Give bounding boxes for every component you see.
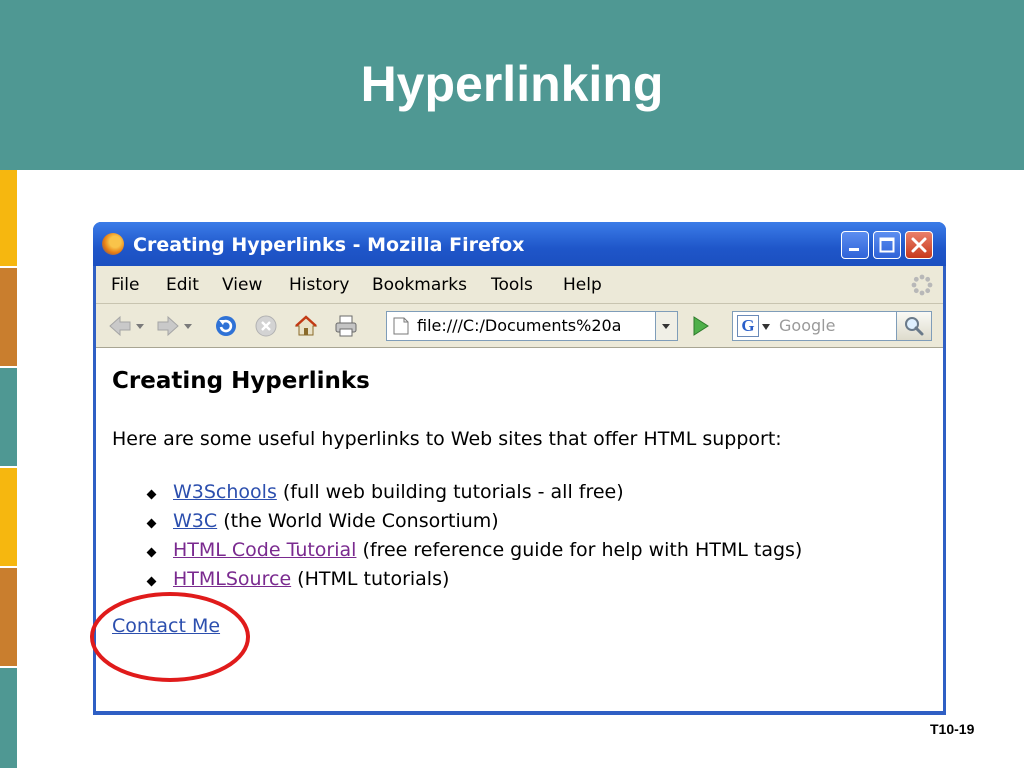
slide-title: Hyperlinking <box>360 56 664 112</box>
address-text[interactable]: file:///C:/Documents%20a <box>417 316 653 335</box>
menu-history[interactable]: History <box>289 275 349 295</box>
page-heading: Creating Hyperlinks <box>112 368 370 394</box>
close-icon <box>911 237 927 253</box>
link-description: (HTML tutorials) <box>291 568 450 590</box>
address-bar[interactable]: file:///C:/Documents%20a <box>386 311 656 341</box>
strip-segment <box>0 170 17 266</box>
minimize-button[interactable] <box>841 231 869 259</box>
side-color-strip <box>0 170 17 768</box>
bullet-icon <box>146 489 157 500</box>
close-button[interactable] <box>905 231 933 259</box>
strip-segment <box>0 668 17 768</box>
list-item-text: HTMLSource (HTML tutorials) <box>173 568 449 590</box>
list-item-text: W3C (the World Wide Consortium) <box>173 510 499 532</box>
bullet-icon <box>146 518 157 529</box>
menu-bar: File Edit View History Bookmarks Tools H… <box>96 266 943 304</box>
menu-file[interactable]: File <box>111 275 139 295</box>
back-dropdown-icon[interactable] <box>134 314 146 338</box>
menu-bookmarks[interactable]: Bookmarks <box>372 275 467 295</box>
window-title: Creating Hyperlinks - Mozilla Firefox <box>133 234 525 256</box>
title-bar[interactable]: Creating Hyperlinks - Mozilla Firefox <box>93 222 946 266</box>
address-dropdown-button[interactable] <box>656 311 678 341</box>
chevron-down-icon <box>662 324 670 329</box>
list-item-text: HTML Code Tutorial (free reference guide… <box>173 539 802 561</box>
stop-icon[interactable] <box>254 314 278 338</box>
link-description: (the World Wide Consortium) <box>217 510 499 532</box>
forward-dropdown-icon[interactable] <box>182 314 194 338</box>
google-engine-icon[interactable]: G <box>737 315 759 337</box>
magnifier-icon <box>905 317 924 336</box>
bullet-icon <box>146 576 157 587</box>
link-html-code-tutorial[interactable]: HTML Code Tutorial <box>173 539 356 561</box>
highlight-ring <box>90 592 250 682</box>
print-icon[interactable] <box>334 314 358 338</box>
navigation-toolbar: file:///C:/Documents%20a G Google <box>96 304 943 348</box>
menu-help[interactable]: Help <box>563 275 602 295</box>
link-description: (free reference guide for help with HTML… <box>356 539 803 561</box>
link-htmlsource[interactable]: HTMLSource <box>173 568 291 590</box>
menu-edit[interactable]: Edit <box>166 275 199 295</box>
maximize-icon <box>879 237 895 253</box>
menu-view[interactable]: View <box>222 275 262 295</box>
link-w3schools[interactable]: W3Schools <box>173 481 277 503</box>
menu-tools[interactable]: Tools <box>491 275 533 295</box>
link-w3c[interactable]: W3C <box>173 510 217 532</box>
firefox-logo-icon <box>102 233 124 255</box>
home-icon[interactable] <box>294 314 318 338</box>
back-icon[interactable] <box>108 314 132 338</box>
search-button[interactable] <box>896 311 932 341</box>
bullet-icon <box>146 547 157 558</box>
forward-icon[interactable] <box>156 314 180 338</box>
minimize-icon <box>849 248 859 251</box>
strip-segment <box>0 268 17 366</box>
throbber-icon <box>911 274 933 296</box>
list-item-text: W3Schools (full web building tutorials -… <box>173 481 624 503</box>
search-placeholder[interactable]: Google <box>779 316 835 335</box>
engine-dropdown-icon[interactable] <box>762 324 770 330</box>
slide-number: T10-19 <box>930 721 975 737</box>
reload-icon[interactable] <box>214 314 238 338</box>
slide-header: Hyperlinking <box>0 0 1024 170</box>
strip-segment <box>0 568 17 666</box>
strip-segment <box>0 368 17 466</box>
page-intro: Here are some useful hyperlinks to Web s… <box>112 428 782 450</box>
link-description: (full web building tutorials - all free) <box>276 481 624 503</box>
page-icon <box>393 317 409 335</box>
maximize-button[interactable] <box>873 231 901 259</box>
go-button[interactable] <box>686 313 714 339</box>
strip-segment <box>0 468 17 566</box>
